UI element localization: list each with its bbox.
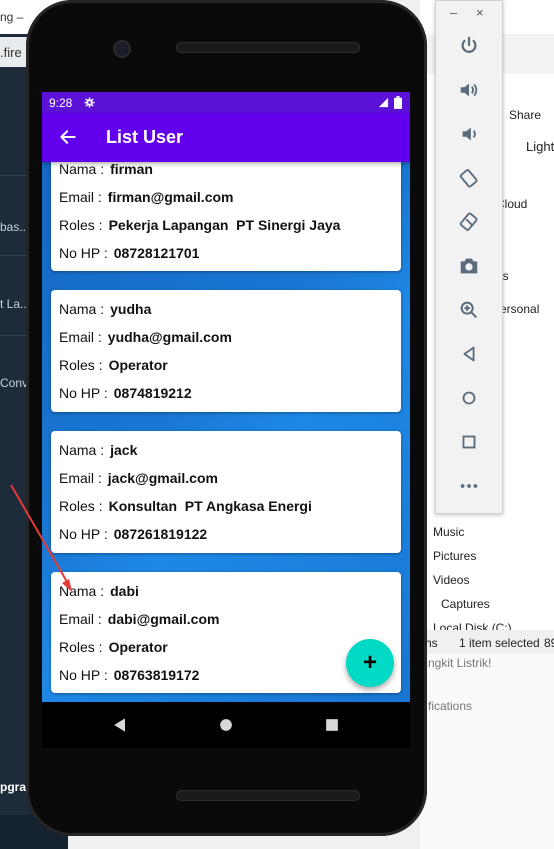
email-label: Email :: [59, 611, 102, 627]
phone-label: No HP :: [59, 667, 108, 683]
roles-label: Roles :: [59, 217, 103, 233]
background-text: Music: [433, 525, 465, 539]
user-name: firman: [110, 161, 153, 177]
rotate-left-icon[interactable]: [436, 163, 502, 193]
roles-label: Roles :: [59, 498, 103, 514]
roles-label: Roles :: [59, 357, 103, 373]
status-time: 9:28: [49, 96, 73, 110]
email-label: Email :: [59, 329, 102, 345]
user-card[interactable]: Nama : yudha Email : yudha@gmail.com Roles…: [51, 290, 401, 412]
user-name-row: Nama : firman: [59, 161, 153, 177]
roles-label: Roles :: [59, 639, 103, 655]
background-text: Pictures: [433, 549, 477, 563]
front-camera: [113, 40, 131, 58]
user-email-row: Email : jack@gmail.com: [59, 470, 218, 486]
phone-label: No HP :: [59, 245, 108, 261]
background-text: .fire: [0, 45, 22, 60]
close-button[interactable]: ×: [476, 5, 484, 20]
phone-label: No HP :: [59, 526, 108, 542]
battery-icon: [394, 96, 402, 109]
name-label: Nama :: [59, 583, 105, 599]
power-icon[interactable]: [436, 31, 502, 61]
back-arrow-icon[interactable]: [58, 127, 78, 147]
home-icon[interactable]: [436, 383, 502, 413]
user-name: yudha: [110, 301, 152, 317]
user-roles-row: Roles : Konsultan PT Angkasa Energi: [59, 498, 312, 514]
minimize-button[interactable]: –: [450, 5, 457, 20]
nav-home-icon[interactable]: [216, 715, 236, 735]
background-text: t La..: [0, 297, 27, 311]
user-name-row: Nama : yudha: [59, 301, 151, 317]
more-icon[interactable]: [436, 471, 502, 501]
nav-back-icon[interactable]: [110, 715, 130, 735]
user-phone-row: No HP : 08763819172: [59, 667, 199, 683]
camera-icon[interactable]: [436, 251, 502, 281]
background-text: Light: [526, 139, 554, 154]
emulator-toolbar: – ×: [435, 0, 503, 514]
background-text: Videos: [433, 573, 470, 587]
name-label: Nama :: [59, 301, 105, 317]
app-bar: List User: [42, 113, 410, 162]
rotate-right-icon[interactable]: [436, 207, 502, 237]
background-text: 1 item selected: [459, 636, 540, 650]
user-phone: 08728121701: [113, 245, 200, 261]
overview-icon[interactable]: [436, 427, 502, 457]
volume-up-icon[interactable]: [436, 75, 502, 105]
user-phone: 08763819172: [113, 667, 200, 683]
user-name: dabi: [110, 583, 139, 599]
nav-overview-icon[interactable]: [322, 715, 342, 735]
name-label: Nama :: [59, 442, 105, 458]
user-roles-row: Roles : Operator: [59, 357, 168, 373]
background-text: Share: [509, 108, 542, 122]
user-card[interactable]: Nama : jack Email : jack@gmail.com Roles :…: [51, 431, 401, 553]
volume-down-icon[interactable]: [436, 119, 502, 149]
user-roles: Operator: [108, 357, 168, 373]
add-user-button[interactable]: +: [346, 639, 394, 687]
zoom-icon[interactable]: [436, 295, 502, 325]
background-text: Conv: [0, 376, 29, 390]
user-phone: 0874819212: [113, 385, 192, 401]
background-text: 89: [544, 636, 554, 650]
user-phone-row: No HP : 087261819122: [59, 526, 207, 542]
user-name-row: Nama : dabi: [59, 583, 139, 599]
page-title: List User: [106, 127, 184, 147]
phone-screen: 9:28 List User Nama : firman Email : firma…: [42, 92, 410, 702]
user-email: dabi@gmail.com: [107, 611, 220, 627]
bottom-speaker: [176, 790, 360, 801]
background-text: fications: [428, 699, 473, 713]
user-name-row: Nama : jack: [59, 442, 137, 458]
user-email-row: Email : firman@gmail.com: [59, 189, 233, 205]
background-panel: [420, 654, 554, 849]
email-label: Email :: [59, 470, 102, 486]
user-name: jack: [110, 442, 138, 458]
user-email: firman@gmail.com: [107, 189, 234, 205]
user-roles: Konsultan PT Angkasa Energi: [108, 498, 312, 514]
name-label: Nama :: [59, 161, 105, 177]
settings-icon: [84, 97, 95, 108]
background-text: bas..: [0, 220, 27, 234]
user-roles: Operator: [108, 639, 168, 655]
background-text: ersonal: [500, 302, 540, 316]
user-email-row: Email : dabi@gmail.com: [59, 611, 219, 627]
status-bar: 9:28: [42, 92, 410, 113]
background-text: Captures: [441, 597, 490, 611]
background-text: ngkit Listrik!: [428, 656, 492, 670]
user-email-row: Email : yudha@gmail.com: [59, 329, 232, 345]
background-text: pgra: [0, 780, 27, 794]
user-roles: Pekerja Lapangan PT Sinergi Jaya: [108, 217, 341, 233]
user-phone-row: No HP : 0874819212: [59, 385, 192, 401]
navigation-bar: [42, 702, 410, 748]
signal-icon: [378, 97, 389, 108]
email-label: Email :: [59, 189, 102, 205]
user-phone-row: No HP : 08728121701: [59, 245, 199, 261]
user-email: yudha@gmail.com: [107, 329, 232, 345]
user-email: jack@gmail.com: [107, 470, 218, 486]
background-text: ng –: [0, 10, 24, 24]
earpiece-speaker: [176, 42, 360, 53]
phone-label: No HP :: [59, 385, 108, 401]
back-icon[interactable]: [436, 339, 502, 369]
user-roles-row: Roles : Pekerja Lapangan PT Sinergi Jaya: [59, 217, 340, 233]
user-phone: 087261819122: [113, 526, 208, 542]
user-roles-row: Roles : Operator: [59, 639, 168, 655]
